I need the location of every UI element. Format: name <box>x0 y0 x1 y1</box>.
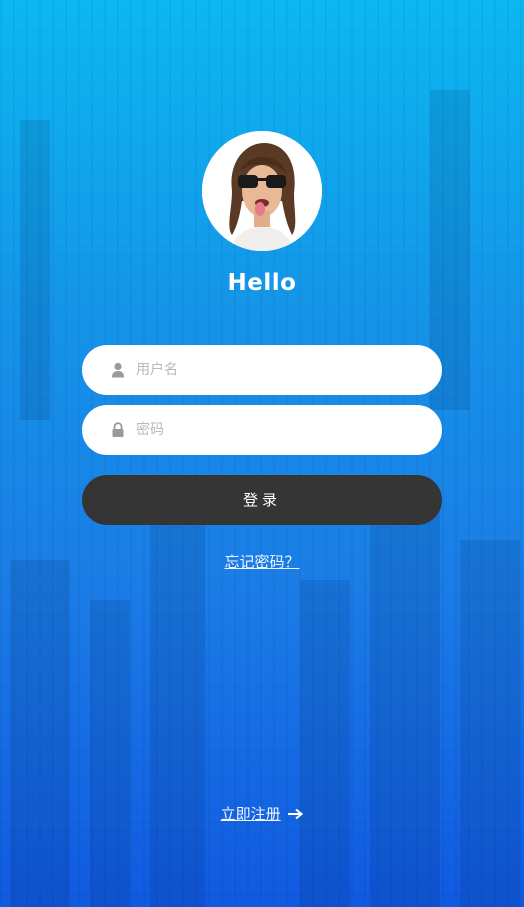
login-button[interactable]: 登录 <box>82 475 442 525</box>
password-field[interactable] <box>82 405 442 455</box>
page-title: Hello <box>227 270 297 296</box>
username-field[interactable] <box>82 345 442 395</box>
username-input[interactable] <box>136 345 426 395</box>
avatar <box>202 131 322 251</box>
password-input[interactable] <box>136 405 426 455</box>
profile-photo <box>202 131 322 251</box>
register-link[interactable]: 立即注册 <box>221 805 281 823</box>
user-icon <box>111 362 125 378</box>
forgot-password-link[interactable]: 忘记密码？ <box>224 553 299 571</box>
forgot-password-row: 忘记密码？ <box>0 551 524 572</box>
register-row[interactable]: 立即注册 <box>0 803 524 824</box>
lock-icon <box>111 422 125 438</box>
arrow-right-icon[interactable] <box>287 806 304 824</box>
